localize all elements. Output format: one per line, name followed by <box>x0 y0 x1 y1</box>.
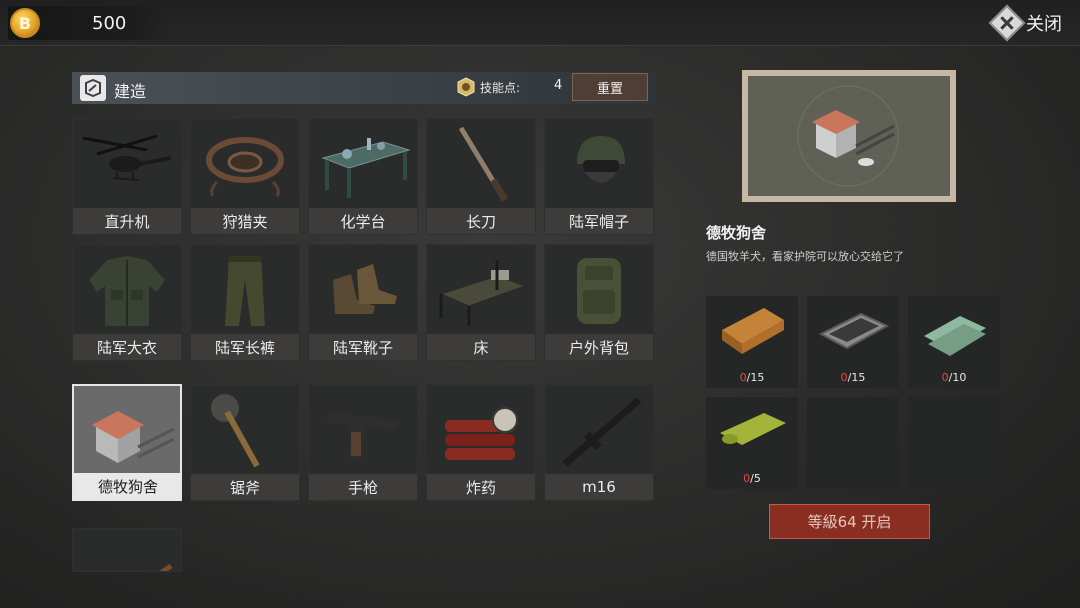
top-bar: B 500 关闭 <box>0 0 1080 46</box>
army-boots-icon <box>309 245 417 335</box>
wood-plank-icon <box>706 296 798 368</box>
close-button[interactable]: 关闭 <box>988 4 1062 42</box>
build-title: 建造 <box>114 82 147 101</box>
material-slot: 0/10 <box>908 296 1000 388</box>
item-army-coat[interactable]: 陆军大衣 <box>72 244 182 361</box>
item-label: 陆军长裤 <box>191 334 299 360</box>
coin-symbol: B <box>18 13 32 33</box>
item-label: 陆军帽子 <box>545 208 653 234</box>
rifle-icon <box>545 385 653 475</box>
item-pistol[interactable]: 手枪 <box>308 384 418 501</box>
army-coat-icon <box>73 245 181 335</box>
dynamite-icon <box>427 385 535 475</box>
item-rifle-partial[interactable] <box>72 528 182 572</box>
chemistry-table-icon <box>309 119 417 209</box>
material-slot: 0/15 <box>807 296 899 388</box>
preview-image <box>748 76 950 196</box>
item-chemistry-table[interactable]: 化学台 <box>308 118 418 235</box>
item-label: 锯斧 <box>191 474 299 500</box>
item-preview <box>742 70 956 202</box>
skill-points-icon <box>457 77 475 97</box>
item-doghouse[interactable]: 德牧狗舍 <box>72 384 182 501</box>
item-label: 直升机 <box>73 208 181 234</box>
material-count: 0/5 <box>743 472 761 485</box>
material-slot-empty <box>908 397 1000 489</box>
item-label: 长刀 <box>427 208 535 234</box>
detail-title: 德牧狗舍 <box>706 224 767 242</box>
item-label: 陆军靴子 <box>309 334 417 360</box>
item-label: 床 <box>427 334 535 360</box>
item-label: m16 <box>545 474 653 500</box>
currency-display: B 500 <box>8 6 170 40</box>
item-army-pants[interactable]: 陆军长裤 <box>190 244 300 361</box>
item-saw-axe[interactable]: 锯斧 <box>190 384 300 501</box>
skill-points-label: 技能点: <box>480 81 521 95</box>
item-label: 陆军大衣 <box>73 334 181 360</box>
item-army-boots[interactable]: 陆军靴子 <box>308 244 418 361</box>
doghouse-icon <box>74 386 180 476</box>
close-icon[interactable] <box>988 4 1026 42</box>
item-m16[interactable]: m16 <box>544 384 654 501</box>
material-count: 0/15 <box>739 371 765 384</box>
cloth-icon <box>908 296 1000 368</box>
saw-axe-icon <box>191 385 299 475</box>
army-helmet-icon <box>545 119 653 209</box>
coin-amount: 500 <box>92 13 127 34</box>
item-bear-trap[interactable]: 狩猎夹 <box>190 118 300 235</box>
material-count: 0/10 <box>941 371 967 384</box>
item-label: 德牧狗舍 <box>74 473 180 499</box>
item-dynamite[interactable]: 炸药 <box>426 384 536 501</box>
skill-points-value: 4 <box>554 78 563 93</box>
rifle-partial-icon <box>73 529 181 571</box>
material-slot-empty <box>807 397 899 489</box>
item-label: 手枪 <box>309 474 417 500</box>
item-bed[interactable]: 床 <box>426 244 536 361</box>
item-backpack[interactable]: 户外背包 <box>544 244 654 361</box>
material-slot: 0/5 <box>706 397 798 489</box>
metal-plate-icon <box>807 296 899 368</box>
item-label: 化学台 <box>309 208 417 234</box>
reset-button[interactable]: 重置 <box>572 73 648 101</box>
unlock-button[interactable]: 等級64 开启 <box>769 504 930 539</box>
item-helicopter[interactable]: 直升机 <box>72 118 182 235</box>
detail-description: 德国牧羊犬，看家护院可以放心交给它了 <box>706 250 904 263</box>
build-header: 建造 技能点: 4 重置 <box>72 72 656 104</box>
machete-icon <box>427 119 535 209</box>
material-slot: 0/15 <box>706 296 798 388</box>
item-label: 户外背包 <box>545 334 653 360</box>
item-label: 狩猎夹 <box>191 208 299 234</box>
bed-icon <box>427 245 535 335</box>
rope-mat-icon <box>706 397 798 469</box>
army-pants-icon <box>191 245 299 335</box>
coin-icon: B <box>10 8 40 38</box>
item-machete[interactable]: 长刀 <box>426 118 536 235</box>
pistol-icon <box>309 385 417 475</box>
close-label[interactable]: 关闭 <box>1026 10 1062 36</box>
backpack-icon <box>545 245 653 335</box>
material-count: 0/15 <box>840 371 866 384</box>
build-icon <box>80 75 106 101</box>
bear-trap-icon <box>191 119 299 209</box>
item-label: 炸药 <box>427 474 535 500</box>
item-army-helmet[interactable]: 陆军帽子 <box>544 118 654 235</box>
helicopter-icon <box>73 119 181 209</box>
